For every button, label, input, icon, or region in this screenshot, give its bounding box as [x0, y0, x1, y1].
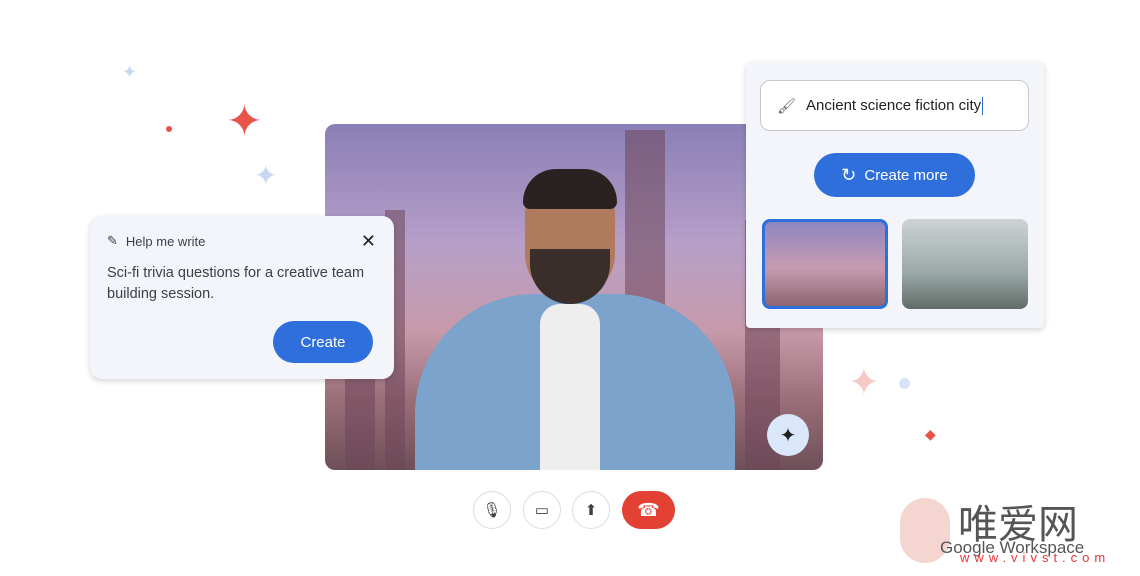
- effects-button[interactable]: ✦: [767, 414, 809, 456]
- refresh-icon: ↻: [841, 164, 857, 185]
- sparkle-decoration: ✦: [254, 160, 278, 191]
- thumbnail[interactable]: [902, 219, 1028, 309]
- dot-decoration: [166, 126, 172, 132]
- end-call-button[interactable]: ☎: [622, 491, 675, 529]
- sparkle-icon: ✦: [779, 424, 797, 447]
- sparkle-decoration: ✦: [122, 62, 138, 82]
- dot-decoration: [899, 378, 910, 389]
- magic-pen-icon: ✎: [107, 233, 118, 248]
- mic-icon: 🎙: [482, 502, 502, 519]
- watermark-url: www.vivst.com: [960, 550, 1111, 565]
- sparkle-decoration: ◆: [925, 426, 936, 442]
- create-more-button[interactable]: ↻ Create more: [814, 153, 975, 197]
- camera-button[interactable]: ▭: [523, 491, 561, 529]
- end-call-icon: ☎: [637, 499, 660, 520]
- prompt-input[interactable]: 🖌 Ancient science fiction city: [760, 80, 1029, 131]
- image-generation-panel: 🖌 Ancient science fiction city ↻ Create mo…: [746, 62, 1044, 328]
- sparkle-decoration: ✦: [848, 362, 880, 404]
- watermark: 唯爱网 Google Workspace www.vivst.com: [900, 490, 1130, 570]
- prompt-text: Sci-fi trivia questions for a creative t…: [107, 265, 365, 302]
- card-title: Help me write: [125, 233, 206, 249]
- mic-button[interactable]: 🎙: [473, 491, 511, 529]
- close-icon[interactable]: ✕: [361, 231, 376, 252]
- prompt-value: Ancient science fiction city: [806, 97, 982, 114]
- help-me-write-card: ✎ Help me write ✕ Sci-fi trivia questions…: [90, 216, 394, 379]
- brush-icon: 🖌: [777, 97, 797, 115]
- present-screen-icon: ⬆: [584, 502, 598, 519]
- create-more-label: Create more: [864, 166, 948, 184]
- camera-icon: ▭: [534, 502, 550, 519]
- create-button[interactable]: Create: [273, 321, 373, 363]
- thumbnail-selected[interactable]: [762, 219, 888, 309]
- present-button[interactable]: ⬆: [572, 491, 610, 529]
- sparkle-decoration: ✦: [226, 97, 263, 146]
- create-label: Create: [300, 333, 346, 351]
